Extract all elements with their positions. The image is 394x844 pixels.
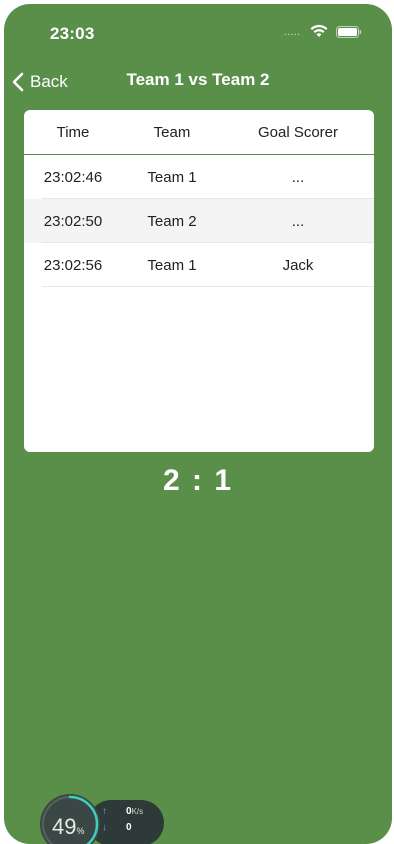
navigation-bar: Back Team 1 vs Team 2 — [4, 60, 392, 104]
download-speed: 0 — [126, 822, 132, 833]
header-goal-scorer: Goal Scorer — [257, 123, 339, 141]
row-divider — [42, 286, 374, 287]
table-header: Time Team Goal Scorer — [24, 110, 374, 155]
wifi-icon — [310, 24, 328, 37]
cell-goal-scorer: ... — [291, 168, 305, 186]
cell-goal-scorer: Jack — [282, 256, 314, 274]
goals-table: Time Team Goal Scorer 23:02:46 Team 1 ..… — [24, 110, 374, 452]
table-row[interactable]: 23:02:56 Team 1 Jack — [24, 243, 374, 287]
app-screen: 23:03 ..... Back Team 1 vs Team 2 Time T… — [4, 4, 392, 844]
usage-percent: 49% — [52, 814, 85, 839]
upload-arrow-icon: ↑ — [102, 806, 107, 817]
battery-icon — [336, 26, 362, 38]
match-score: 2 : 1 — [162, 464, 234, 497]
cell-time: 23:02:50 — [43, 212, 103, 230]
status-time: 23:03 — [50, 24, 95, 43]
cell-team: Team 1 — [147, 168, 197, 186]
cell-time: 23:02:56 — [43, 256, 103, 274]
cell-goal-scorer: ... — [291, 212, 305, 230]
table-row[interactable]: 23:02:46 Team 1 ... — [24, 155, 374, 199]
download-arrow-icon: ↓ — [102, 822, 107, 833]
page-title: Team 1 vs Team 2 — [126, 70, 270, 89]
signal-icon: ..... — [284, 27, 301, 38]
speed-unit: K/s — [131, 807, 144, 816]
usage-gauge: 49% — [40, 794, 100, 844]
cell-team: Team 2 — [147, 212, 197, 230]
header-team: Team — [153, 123, 191, 141]
cell-time: 23:02:46 — [43, 168, 103, 186]
upload-speed: 0K/s — [126, 806, 144, 817]
table-row[interactable]: 23:02:50 Team 2 ... — [24, 199, 374, 243]
system-monitor-widget[interactable]: ↑ 0K/s ↓ 0 49% — [40, 794, 164, 844]
header-time: Time — [56, 123, 90, 141]
status-bar: 23:03 ..... — [4, 4, 392, 60]
cell-team: Team 1 — [147, 256, 197, 274]
